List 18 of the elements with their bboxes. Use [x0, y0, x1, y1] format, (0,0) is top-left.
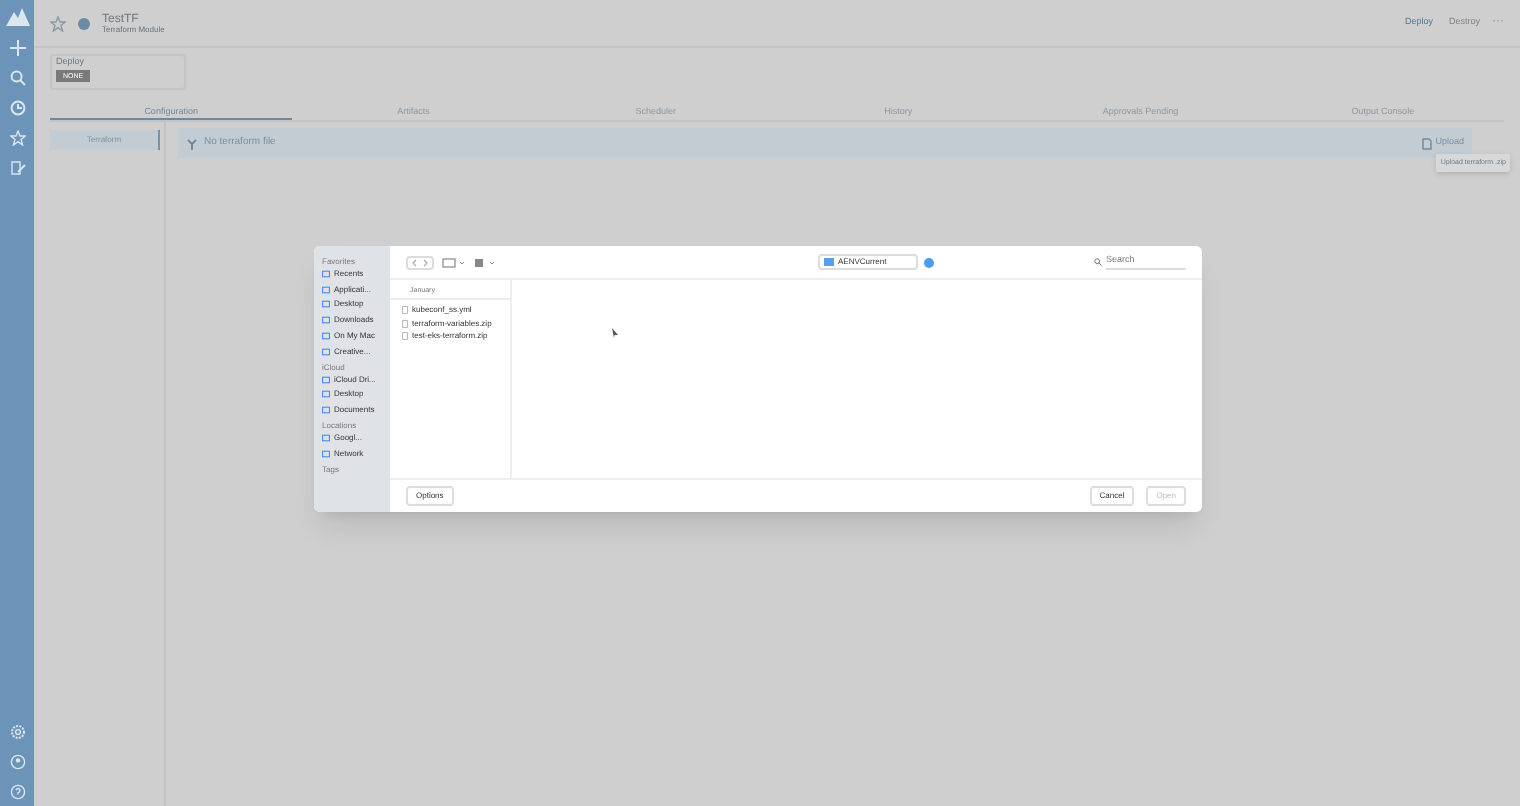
help-icon[interactable]: [9, 784, 25, 800]
edit-document-icon[interactable]: [9, 160, 25, 176]
search-icon[interactable]: [9, 70, 25, 86]
user-icon[interactable]: [9, 754, 25, 770]
mouse-cursor-icon: [612, 328, 618, 338]
back-icon[interactable]: [410, 257, 420, 267]
star-icon[interactable]: [50, 15, 66, 31]
document-icon: [1421, 137, 1432, 149]
forward-icon[interactable]: [420, 257, 430, 267]
logo-icon: [5, 6, 29, 26]
folder-icon: [824, 258, 834, 266]
settings-icon[interactable]: [9, 724, 25, 740]
plus-icon[interactable]: [9, 40, 25, 56]
search-icon: [1094, 258, 1102, 266]
module-icon: [78, 17, 90, 29]
history-icon[interactable]: [9, 100, 25, 116]
back-forward-control[interactable]: [406, 255, 434, 269]
branch-icon: [186, 137, 198, 149]
